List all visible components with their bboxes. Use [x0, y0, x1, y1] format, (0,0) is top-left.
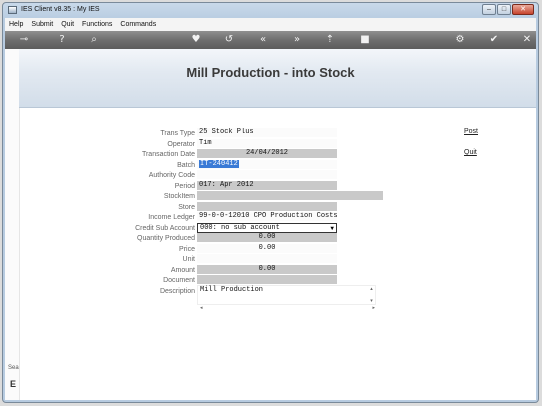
maximize-button[interactable]: □ — [497, 4, 511, 15]
amount-field[interactable]: 0.00 — [197, 265, 337, 274]
income-ledger-field[interactable]: 99-0-0-12010 CPO Production Costs — [197, 212, 337, 221]
label-operator: Operator — [167, 141, 195, 148]
description-value: Mill Production — [200, 286, 264, 294]
toolbar: ⊸ ? ⌕ ♥ ↺ « » ⇡ ■ ⚙ ✔ ✕ — [5, 31, 536, 49]
stock-item-field[interactable] — [197, 191, 383, 200]
credit-sub-account-select[interactable]: 000: no sub account ▼ — [197, 223, 337, 233]
operator-field[interactable]: Tim — [197, 139, 337, 148]
label-amount: Amount — [170, 267, 195, 274]
label-price: Price — [179, 246, 195, 253]
label-quantity-produced: Quantity Produced — [137, 235, 195, 242]
side-strip-letter: E — [10, 379, 17, 389]
heart-icon[interactable]: ♥ — [189, 33, 203, 47]
batch-value: IT-240412 — [199, 160, 239, 168]
description-textarea[interactable]: Mill Production ▴ ▾ ◂ ▸ — [197, 285, 376, 311]
app-icon — [8, 6, 17, 14]
label-credit-sub-account: Credit Sub Account — [135, 225, 195, 232]
side-strip-label: Sea — [8, 365, 19, 371]
minimize-button[interactable]: – — [482, 4, 496, 15]
quit-link[interactable]: Quit — [464, 149, 477, 156]
authority-code-field[interactable] — [197, 170, 337, 179]
label-batch: Batch — [177, 162, 195, 169]
label-stock-item: StockItem — [163, 193, 195, 200]
batch-field[interactable]: IT-240412 — [197, 160, 337, 169]
search-icon[interactable]: ⌕ — [87, 33, 101, 47]
main-content: Sea E Mill Production - into Stock Trans… — [5, 49, 536, 400]
label-document: Document — [163, 277, 195, 284]
menu-commands[interactable]: Commands — [116, 21, 160, 28]
app-window: IES Client v8.35 : My IES – □ ✕ Help Sub… — [2, 2, 539, 403]
title-bar: IES Client v8.35 : My IES – □ ✕ — [3, 3, 538, 18]
unit-field[interactable] — [197, 254, 337, 263]
label-period: Period — [174, 183, 195, 190]
menu-help[interactable]: Help — [5, 21, 27, 28]
label-unit: Unit — [182, 256, 195, 263]
side-strip: Sea E — [5, 49, 20, 400]
undo-icon[interactable]: ↺ — [222, 33, 236, 47]
gear-icon[interactable]: ⚙ — [453, 33, 467, 47]
document-field[interactable] — [197, 275, 337, 284]
label-trans-type: Trans Type — [160, 130, 195, 137]
label-authority-code: Authority Code — [148, 172, 195, 179]
page-title: Mill Production - into Stock — [186, 65, 355, 80]
label-income-ledger: Income Ledger — [148, 214, 195, 221]
label-description: Description — [159, 288, 195, 295]
menu-quit[interactable]: Quit — [57, 21, 78, 28]
label-transaction-date: Transaction Date — [141, 151, 195, 158]
vertical-scrollbar[interactable]: ▴ ▾ — [368, 286, 375, 304]
quantity-produced-field[interactable]: 0.00 — [197, 233, 337, 242]
check-icon[interactable]: ✔ — [487, 33, 501, 47]
store-field[interactable] — [197, 202, 337, 211]
fast-forward-icon[interactable]: » — [290, 33, 304, 47]
post-link[interactable]: Post — [464, 128, 478, 135]
close-button[interactable]: ✕ — [512, 4, 534, 15]
window-title: IES Client v8.35 : My IES — [21, 6, 100, 13]
menu-functions[interactable]: Functions — [78, 21, 116, 28]
upload-icon[interactable]: ⇡ — [323, 33, 337, 47]
price-field[interactable]: 0.00 — [197, 244, 337, 253]
menu-bar: Help Submit Quit Functions Commands — [5, 18, 536, 32]
chevron-down-icon[interactable]: ▼ — [330, 224, 334, 232]
stop-icon[interactable]: ■ — [358, 33, 372, 47]
rewind-icon[interactable]: « — [256, 33, 270, 47]
horizontal-scrollbar[interactable]: ◂ ▸ — [198, 305, 377, 313]
credit-sub-account-value: 000: no sub account — [200, 224, 280, 232]
key-icon[interactable]: ⊸ — [17, 33, 31, 47]
toolbar-close-icon[interactable]: ✕ — [520, 33, 534, 47]
period-field[interactable]: 017: Apr 2012 — [197, 181, 337, 190]
menu-submit[interactable]: Submit — [27, 21, 57, 28]
label-store: Store — [178, 204, 195, 211]
help-icon[interactable]: ? — [55, 33, 69, 47]
transaction-date-field[interactable]: 24/04/2012 — [197, 149, 337, 158]
trans-type-field[interactable]: 25 Stock Plus — [197, 128, 337, 137]
